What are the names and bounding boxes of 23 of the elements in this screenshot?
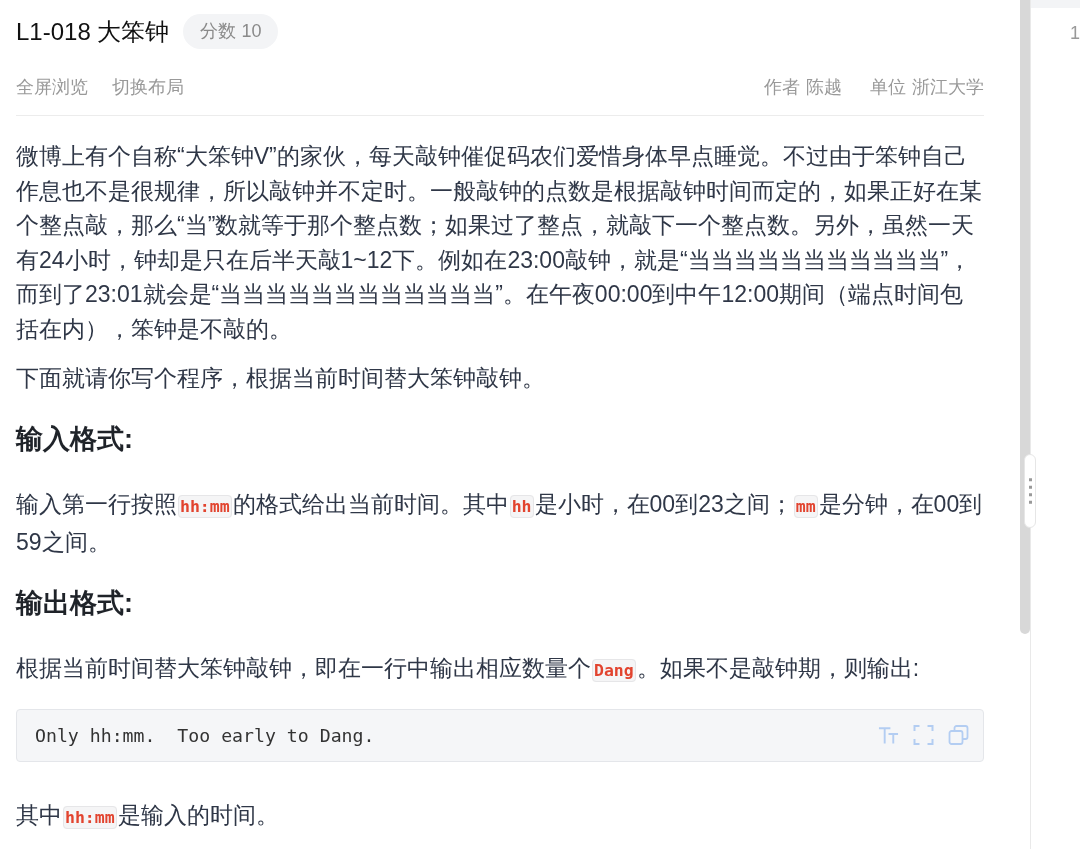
meta-label: 作者 — [764, 76, 800, 99]
meta-label: 单位 — [870, 76, 906, 99]
paragraph: 输入第一行按照 hh:mm 的格式给出当前时间。其中 hh 是小时，在00到23之间；mm 是分钟，在00到59之间。 — [16, 490, 984, 557]
section-heading: 输出格式: — [16, 587, 134, 621]
line-number: 1 — [1070, 22, 1080, 44]
toolbar-link[interactable]: 切换布局 — [112, 75, 184, 99]
paragraph: 下面就请你写个程序，根据当前时间替大笨钟敲钟。 — [16, 363, 546, 393]
section-heading: 输入格式: — [16, 423, 134, 457]
toolbar-link[interactable]: 全屏浏览 — [16, 75, 88, 99]
score-badge: 分数 10 — [183, 14, 279, 49]
meta-value: 陈越 — [806, 76, 842, 99]
code-text: Only hh:mm. Too early to Dang. — [35, 724, 375, 746]
fullscreen-icon[interactable] — [913, 725, 934, 746]
paragraph: 根据当前时间替大笨钟敲钟，即在一行中输出相应数量个 Dang。如果不是敲钟期，则输出: — [16, 654, 921, 685]
problem-title: L1-018 大笨钟 — [16, 17, 170, 47]
text-size-icon[interactable] — [878, 725, 899, 746]
meta-value: 浙江大学 — [912, 76, 984, 99]
copy-icon[interactable] — [948, 725, 969, 746]
grip-dots-icon — [1028, 476, 1032, 506]
scrollbar-thumb[interactable] — [1020, 0, 1030, 634]
paragraph: 其中 hh:mm 是输入的时间。 — [16, 800, 280, 831]
resize-handle[interactable] — [1024, 454, 1036, 528]
paragraph: 微博上有个自称“大笨钟V”的家伙，每天敲钟催促码农们爱惜身体早点睡觉。不过由于笨钟自己作息也不是很规律，所以敲钟并不定时。一般敲钟的点数是根据敲钟时间而定的，如果正好在某个整点敲，那么“当”数就等于那个整点数；如果过了整点，就敲下一个整点数。另外，虽然一天有24小时，钟却是只在后半天敲1~12下。例如在23:00敲钟，就是“当当当当当当当当当当当”，而到了23:01就会是“当当当当当当当当当当当当”。在午夜00:00到中午12:00期间（端点时间包括在内），笨钟是不敲的。 — [16, 142, 983, 344]
